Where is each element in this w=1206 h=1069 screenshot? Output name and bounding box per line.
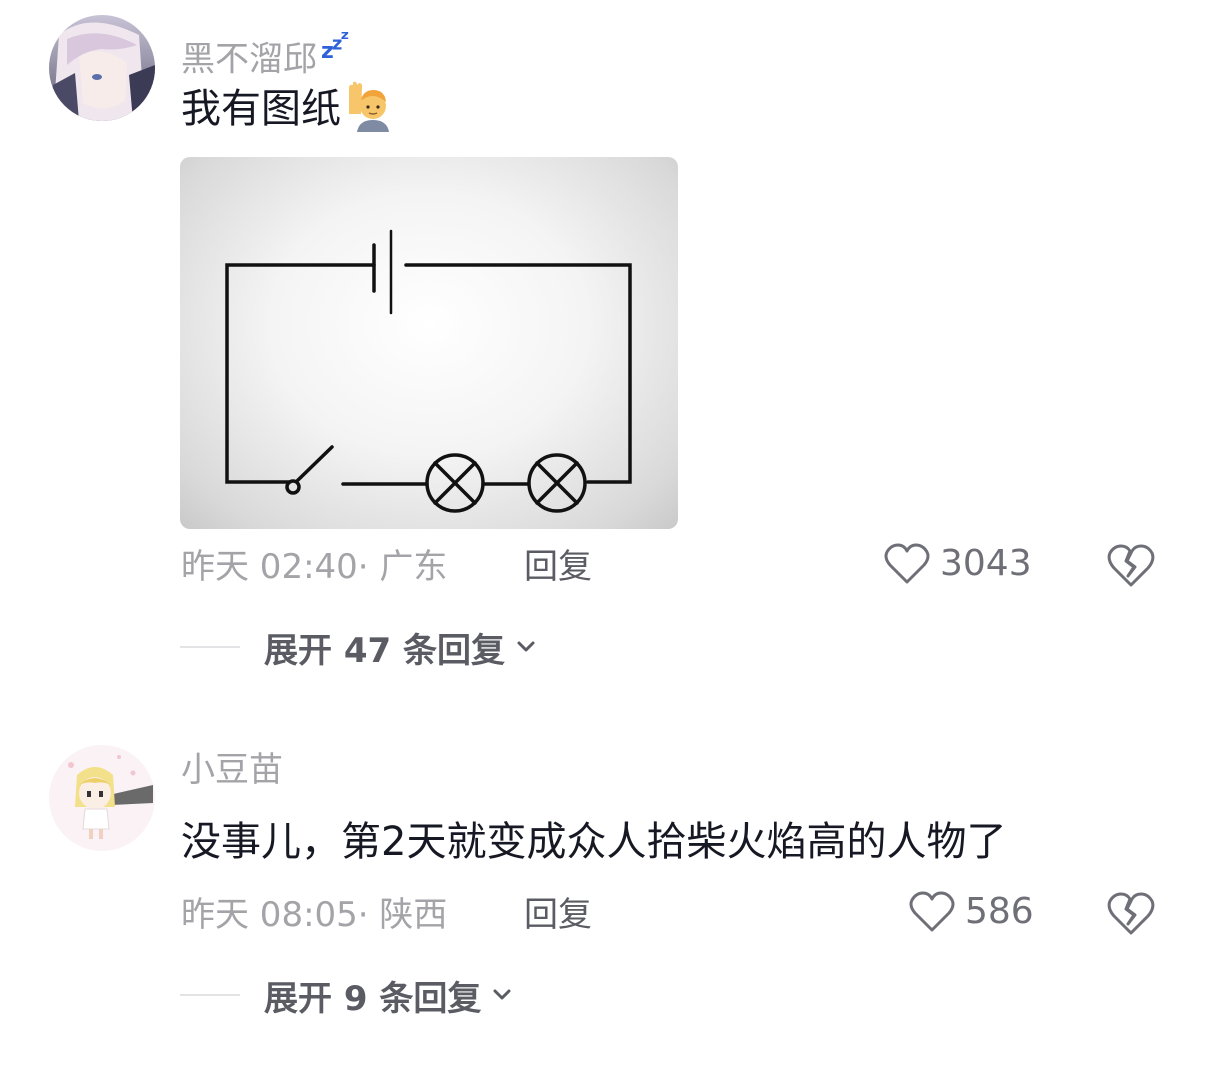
like-button[interactable]: 586 xyxy=(909,890,1034,934)
comment-text-body: 没事儿，第2天就变成众人拾柴火焰高的人物了 xyxy=(181,819,1007,865)
expand-replies-row: 展开 9 条回复 xyxy=(180,971,513,1020)
expand-replies-label: 展开 47 条回复 xyxy=(264,630,505,671)
raising-hand-emoji-icon xyxy=(343,80,395,132)
expand-replies-button[interactable]: 展开 9 条回复 xyxy=(264,971,513,1020)
comment-time: 昨天 08:05 xyxy=(181,895,358,935)
chevron-down-icon xyxy=(517,641,535,652)
meta-separator: · xyxy=(357,895,380,935)
heart-outline-icon xyxy=(884,543,930,584)
username-text: 黑不溜邱 xyxy=(181,39,317,80)
chevron-down-icon xyxy=(493,989,511,1000)
like-count: 586 xyxy=(965,891,1034,932)
avatar[interactable] xyxy=(49,15,155,121)
comment-item: 小豆苗 没事儿，第2天就变成众人拾柴火焰高的人物了 昨天 08:05· 陕西 回… xyxy=(0,700,1206,1069)
broken-heart-icon xyxy=(1107,892,1155,935)
meta-separator: · xyxy=(357,547,380,587)
comment-text: 我有图纸 xyxy=(181,80,395,136)
username-text: 小豆苗 xyxy=(181,750,283,790)
dislike-button[interactable] xyxy=(1106,543,1156,589)
like-count: 3043 xyxy=(940,543,1032,584)
expand-replies-label: 展开 9 条回复 xyxy=(264,978,482,1019)
expand-replies-row: 展开 47 条回复 xyxy=(180,623,537,672)
reply-button[interactable]: 回复 xyxy=(524,893,592,937)
comment-time: 昨天 02:40 xyxy=(181,547,358,587)
attached-image-circuit-diagram[interactable] xyxy=(180,157,678,529)
comment-location: 广东 xyxy=(379,547,448,587)
divider-line xyxy=(180,646,240,648)
comment-item: 黑不溜邱 zzᶻ 我有图纸 昨天 02:40· 广东 回复 3043 展开 47… xyxy=(0,0,1206,700)
username[interactable]: 小豆苗 xyxy=(181,748,283,792)
like-button[interactable]: 3043 xyxy=(884,542,1032,586)
comment-text: 没事儿，第2天就变成众人拾柴火焰高的人物了 xyxy=(181,815,1006,869)
comment-location: 陕西 xyxy=(379,895,448,935)
comment-text-body: 我有图纸 xyxy=(181,86,341,132)
dislike-button[interactable] xyxy=(1106,891,1156,937)
reply-button[interactable]: 回复 xyxy=(524,545,592,589)
broken-heart-icon xyxy=(1107,544,1155,587)
sleep-badge-icon: zzᶻ xyxy=(321,27,350,64)
expand-replies-button[interactable]: 展开 47 条回复 xyxy=(264,623,537,672)
comment-meta: 昨天 08:05· 陕西 xyxy=(181,893,447,937)
divider-line xyxy=(180,994,240,996)
username[interactable]: 黑不溜邱 zzᶻ xyxy=(181,18,350,81)
comment-meta: 昨天 02:40· 广东 xyxy=(181,545,447,589)
heart-outline-icon xyxy=(909,891,955,932)
avatar[interactable] xyxy=(49,745,155,851)
